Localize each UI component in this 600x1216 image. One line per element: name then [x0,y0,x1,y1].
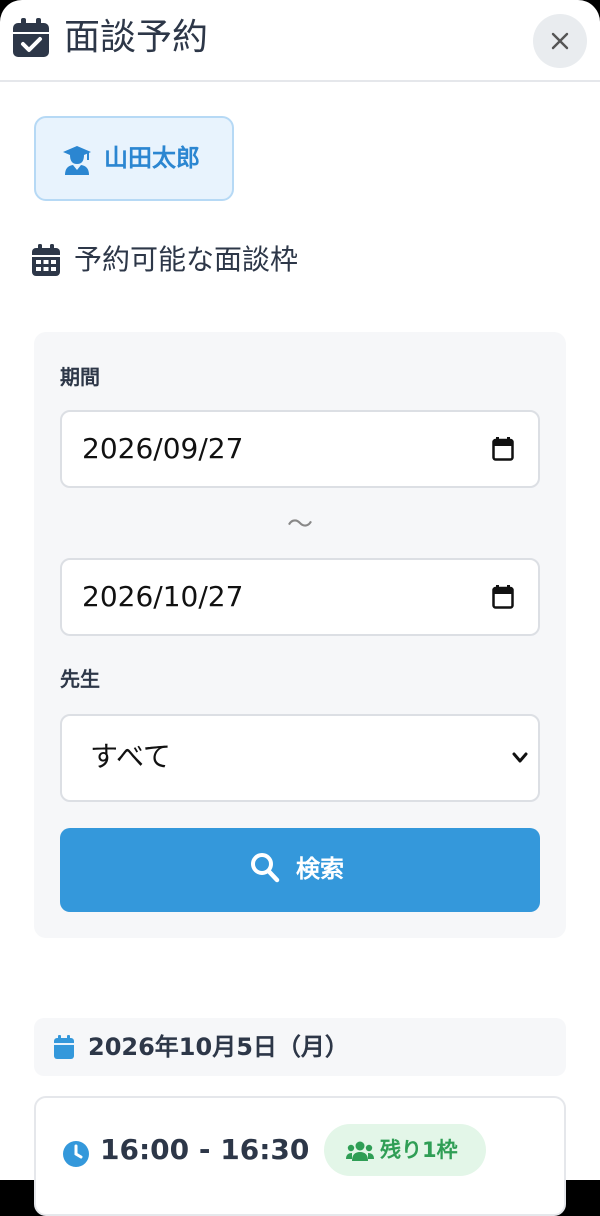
chevron-down-icon [512,752,528,763]
search-button[interactable]: 検索 [60,828,540,912]
date-header: 2026年10月5日（月） [34,1018,566,1076]
date-label: 2026年10月5日（月） [88,1033,349,1061]
modal-title: 面談予約 [64,17,209,58]
close-button[interactable] [533,14,587,68]
time-slot-card[interactable]: 16:00 - 16:30 残り1枠 [34,1096,566,1216]
end-date-input[interactable]: 2026/10/27 [60,558,540,636]
calendar-check-icon [13,18,49,57]
close-icon [551,32,569,50]
modal-header: 面談予約 [0,0,600,82]
teacher-select[interactable]: すべて [60,714,540,802]
remaining-slots-badge: 残り1枠 [324,1124,486,1176]
student-badge: 山田太郎 [34,116,234,201]
time-slot-time: 16:00 - 16:30 [100,1133,310,1166]
user-graduate-icon [63,146,91,175]
teacher-label: 先生 [60,667,100,691]
student-name: 山田太郎 [104,144,200,172]
booking-modal: 面談予約 山田太郎 予約可能な面談枠 期間 2026/09/27 ～ 2026/… [0,0,600,1216]
teacher-select-value: すべて [90,740,171,773]
search-panel: 期間 2026/09/27 ～ 2026/10/27 先生 すべて 検索 [34,332,566,938]
clock-icon [63,1141,89,1167]
date-range-separator: ～ [286,510,313,540]
remaining-slots-label: 残り1枠 [380,1138,458,1162]
date-picker-icon[interactable] [492,585,514,609]
end-date-value: 2026/10/27 [82,580,244,613]
date-picker-icon[interactable] [492,437,514,461]
search-button-label: 検索 [296,855,344,883]
available-slots-label: 予約可能な面談枠 [74,243,299,276]
start-date-input[interactable]: 2026/09/27 [60,410,540,488]
calendar-icon [54,1035,74,1059]
calendar-icon [32,244,60,276]
search-icon [251,853,280,883]
period-label: 期間 [60,365,100,389]
start-date-value: 2026/09/27 [82,432,244,465]
users-icon [346,1141,374,1161]
